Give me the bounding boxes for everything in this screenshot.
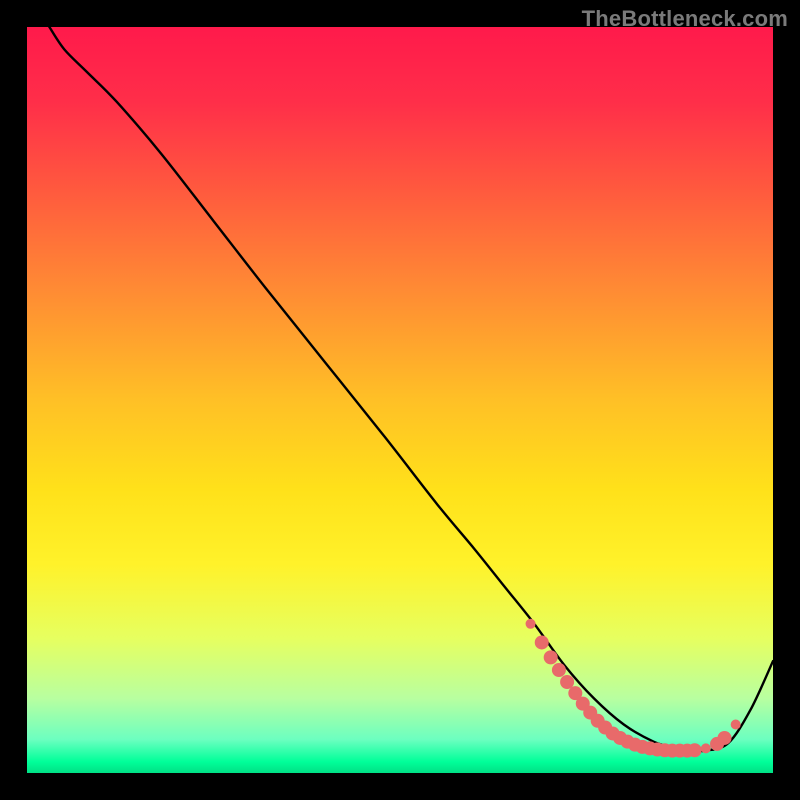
data-marker: [718, 731, 732, 745]
data-marker: [544, 650, 558, 664]
data-marker: [552, 663, 566, 677]
data-marker: [526, 619, 536, 629]
chart-stage: TheBottleneck.com: [0, 0, 800, 800]
data-marker: [731, 720, 741, 730]
data-marker: [688, 743, 702, 757]
data-marker: [535, 635, 549, 649]
data-marker: [560, 675, 574, 689]
data-marker: [701, 743, 711, 753]
chart-svg: [27, 27, 773, 773]
gradient-background: [27, 27, 773, 773]
